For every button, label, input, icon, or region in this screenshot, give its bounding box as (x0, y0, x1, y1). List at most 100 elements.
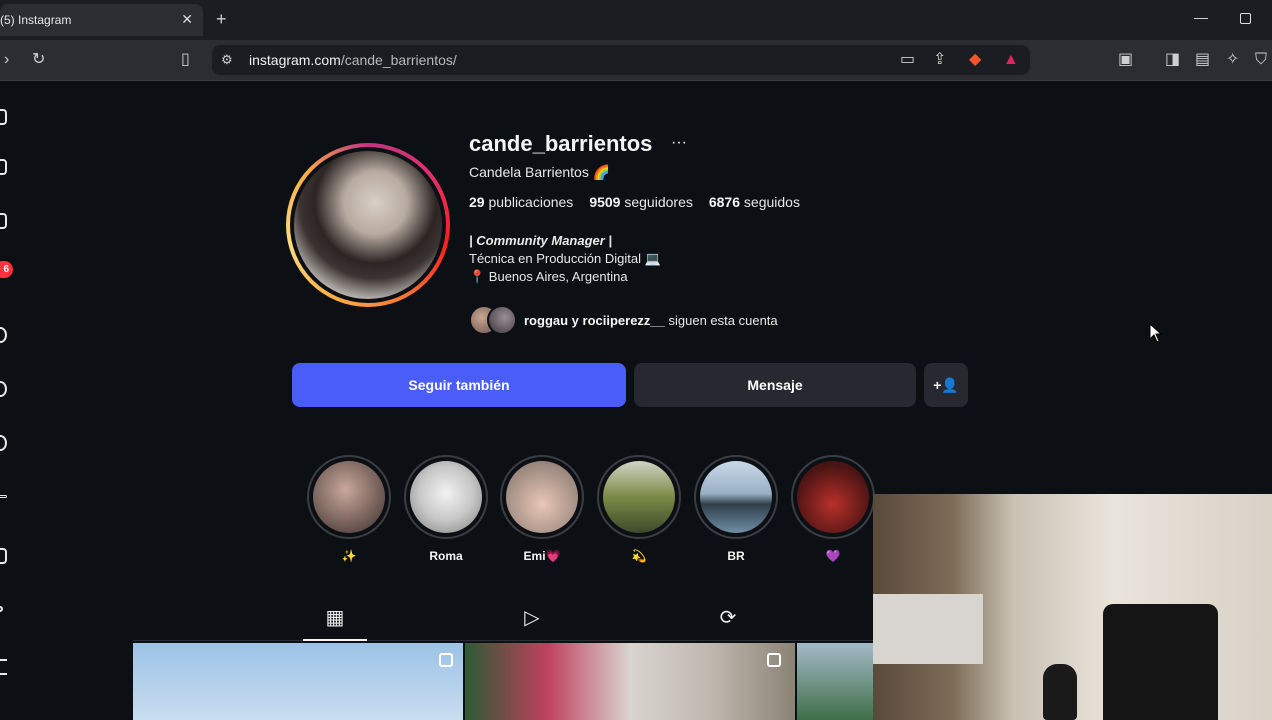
active-tab-indicator (303, 639, 367, 641)
avatar-border (290, 147, 446, 303)
mouse-cursor-icon (1149, 323, 1163, 343)
instagram-logo-icon[interactable] (0, 109, 7, 125)
webcam-microphone (1043, 664, 1077, 720)
search-icon[interactable] (0, 327, 7, 343)
profile-bio: | Community Manager | Técnica en Producc… (469, 232, 661, 286)
highlight-item[interactable]: Roma (403, 455, 489, 563)
wallet-icon[interactable]: ▤ (1195, 50, 1210, 70)
instagram-nav-rail: 6 (0, 81, 13, 720)
highlight-cover (694, 455, 778, 539)
url-host: instagram.com (249, 52, 341, 68)
followed-by-text: roggau y rociiperezz__ siguen esta cuent… (524, 313, 778, 328)
following-label: seguidos (743, 194, 800, 210)
highlight-cover (597, 455, 681, 539)
highlight-item[interactable]: Emi💗 (499, 455, 585, 563)
webcam-chair (1103, 604, 1218, 720)
posts-label: publicaciones (488, 194, 574, 210)
close-tab-icon[interactable]: ✕ (181, 11, 193, 28)
followers-count: 9509 (589, 194, 621, 210)
posts-count: 29 (469, 194, 485, 210)
followers-label: seguidores (624, 194, 693, 210)
site-settings-icon[interactable]: ⚙ (221, 50, 233, 70)
browser-toolbar: › ↻ ▯ ⚙ instagram.com/cande_barrientos/ … (0, 40, 1272, 81)
follow-back-button[interactable]: Seguir también (292, 363, 626, 407)
explore-icon[interactable] (0, 381, 7, 397)
tab-title: (5) Instagram (0, 13, 72, 27)
cast-icon[interactable]: ▭ (900, 50, 915, 70)
suggested-accounts-button[interactable]: +👤 (924, 363, 968, 407)
highlight-image (313, 461, 385, 533)
reader-mode-icon[interactable]: ▣ (1118, 50, 1133, 70)
home-icon[interactable] (0, 159, 7, 175)
notification-badge: 6 (0, 261, 13, 278)
address-bar[interactable]: ⚙ instagram.com/cande_barrientos/ ▭ ⇪ ◆ … (212, 45, 1030, 75)
more-options-icon[interactable]: ··· (671, 134, 687, 152)
bookmark-icon[interactable]: ▯ (181, 50, 190, 70)
bio-line-2: Técnica en Producción Digital 💻 (469, 251, 661, 266)
vpn-icon[interactable]: ⛉ (1255, 50, 1267, 70)
profile-icon[interactable] (0, 548, 7, 564)
screen: (5) Instagram ✕ + — › ↻ ▯ ⚙ instagram.co… (0, 0, 1272, 720)
highlight-cover (791, 455, 875, 539)
profile-username: cande_barrientos (469, 131, 653, 156)
posts-stat: 29 publicaciones (469, 194, 573, 210)
avatar-image (294, 151, 442, 299)
url-text: instagram.com/cande_barrientos/ (249, 52, 457, 68)
new-tab-icon[interactable]: + (216, 9, 227, 30)
grid-post[interactable] (133, 643, 463, 720)
following-count: 6876 (708, 194, 741, 210)
webcam-table (873, 594, 983, 664)
messages-icon[interactable] (0, 435, 7, 451)
grid-post[interactable] (797, 643, 873, 720)
follower-avatar (487, 305, 517, 335)
reels-tab-icon[interactable]: ▷ (520, 606, 544, 630)
followed-by-names: roggau y rociiperezz__ (524, 312, 665, 328)
share-icon[interactable]: ⇪ (933, 50, 946, 70)
highlight-label: Emi💗 (523, 549, 561, 563)
restore-window-icon[interactable] (1240, 13, 1251, 24)
reposts-tab-icon[interactable]: ⟳ (716, 606, 740, 630)
message-button[interactable]: Mensaje (634, 363, 916, 407)
reload-icon[interactable]: ↻ (32, 50, 45, 70)
add-person-icon: +👤 (933, 376, 959, 393)
highlight-image (506, 461, 578, 533)
highlight-cover (404, 455, 488, 539)
create-icon[interactable] (0, 495, 7, 498)
carousel-icon (767, 653, 781, 667)
reels-icon[interactable] (0, 213, 7, 229)
following-stat[interactable]: 6876 seguidos (709, 194, 800, 210)
leo-ai-icon[interactable]: ✧ (1226, 50, 1239, 70)
profile-tabs-divider (133, 640, 873, 641)
carousel-icon (439, 653, 453, 667)
followed-by-suffix: siguen esta cuenta (668, 312, 778, 328)
highlight-label: Roma (429, 549, 463, 563)
highlight-item[interactable]: 💫 (596, 455, 682, 563)
grid-post[interactable] (465, 643, 795, 720)
highlight-label: ✨ (341, 549, 357, 563)
browser-tab-bar: (5) Instagram ✕ + — (0, 0, 1272, 40)
minimize-window-icon[interactable]: — (1194, 9, 1208, 25)
url-path: /cande_barrientos/ (340, 52, 457, 68)
profile-avatar[interactable] (286, 143, 450, 307)
highlight-item[interactable]: 💜 (790, 455, 876, 563)
highlight-label: 💫 (631, 549, 647, 563)
highlight-item[interactable]: BR (693, 455, 779, 563)
highlight-image (603, 461, 675, 533)
threads-icon[interactable] (0, 606, 3, 612)
profile-stats: 29 publicaciones 9509 seguidores 6876 se… (469, 194, 800, 210)
followed-by[interactable]: roggau y rociiperezz__ siguen esta cuent… (469, 303, 778, 337)
menu-icon[interactable] (0, 659, 7, 675)
highlight-image (797, 461, 869, 533)
sidebar-icon[interactable]: ◨ (1165, 50, 1180, 70)
bio-line-3: 📍 Buenos Aires, Argentina (469, 269, 628, 284)
posts-grid-icon[interactable]: ▦ (323, 606, 347, 630)
brave-rewards-icon[interactable]: ▲ (1003, 50, 1019, 70)
browser-tab[interactable]: (5) Instagram ✕ (0, 4, 203, 36)
highlight-item[interactable]: ✨ (306, 455, 392, 563)
forward-icon[interactable]: › (4, 50, 9, 70)
webcam-overlay (873, 494, 1272, 720)
brave-shields-icon[interactable]: ◆ (969, 50, 981, 70)
profile-full-name: Candela Barrientos 🌈 (469, 164, 611, 180)
followers-stat[interactable]: 9509 seguidores (589, 194, 693, 210)
highlight-label: 💜 (825, 549, 841, 563)
